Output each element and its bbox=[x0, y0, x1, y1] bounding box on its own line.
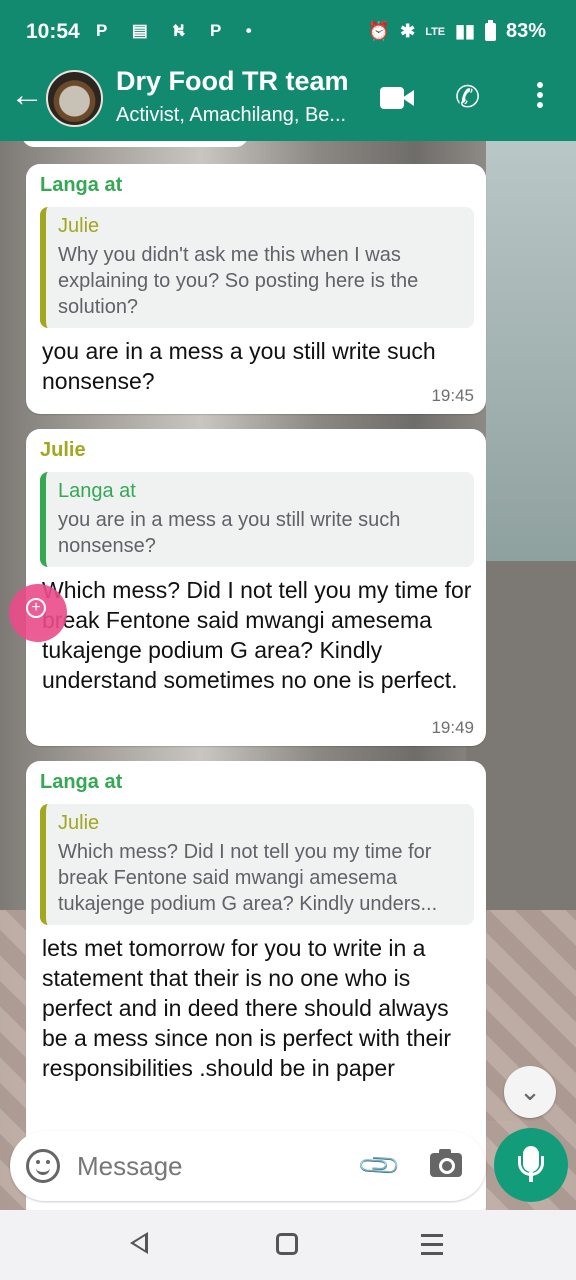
quoted-text: you are in a mess a you still write such… bbox=[58, 509, 401, 557]
emoji-icon[interactable] bbox=[26, 1149, 60, 1183]
nav-back-icon[interactable] bbox=[130, 1232, 148, 1254]
message-text: you are in a mess a you still write such… bbox=[42, 338, 436, 394]
status-bar: 10:54 P ▤ ⛕ P • ⏰ ✱ LTE ▮▮ 83% bbox=[0, 0, 576, 62]
battery-percent: 83% bbox=[505, 20, 546, 42]
chat-area[interactable]: Langa at Julie Why you didn't ask me thi… bbox=[0, 141, 576, 1210]
wallpaper-glass bbox=[486, 141, 576, 561]
quoted-message[interactable]: Julie Why you didn't ask me this when I … bbox=[40, 207, 474, 328]
quoted-sender: Langa at bbox=[58, 480, 136, 502]
quoted-message[interactable]: Julie Which mess? Did I not tell you my … bbox=[40, 804, 474, 925]
quoted-sender: Julie bbox=[58, 812, 100, 834]
quoted-sender: Julie bbox=[58, 215, 100, 237]
nav-home-icon[interactable] bbox=[276, 1233, 298, 1255]
message-time: 19:49 bbox=[431, 718, 474, 737]
previous-message-tail bbox=[22, 141, 248, 147]
notification-icons: P ▤ ⛕ P • bbox=[96, 21, 262, 40]
message-input[interactable]: Message bbox=[77, 1151, 183, 1182]
network-label: LTE bbox=[425, 25, 446, 38]
more-vert-icon[interactable] bbox=[536, 82, 544, 112]
system-nav-bar bbox=[0, 1210, 576, 1280]
message-sender[interactable]: Julie bbox=[40, 439, 474, 462]
message-composer[interactable]: Message 📎 bbox=[10, 1131, 486, 1201]
chat-subtitle[interactable]: Activist, Amachilang, Be... bbox=[116, 104, 346, 127]
floating-zoom-button[interactable]: + bbox=[9, 584, 67, 642]
message-text: lets met tomorrow for you to write in a … bbox=[42, 935, 452, 1081]
mic-button[interactable] bbox=[494, 1128, 568, 1202]
camera-icon[interactable] bbox=[430, 1149, 462, 1177]
battery-icon bbox=[484, 19, 496, 41]
phone-icon[interactable]: ✆ bbox=[455, 80, 480, 115]
nav-recents-icon[interactable] bbox=[421, 1234, 443, 1261]
arrow-left-icon[interactable]: ← bbox=[10, 76, 44, 115]
status-right: ⏰ ✱ LTE ▮▮ 83% bbox=[367, 19, 546, 43]
video-call-icon[interactable] bbox=[380, 87, 414, 109]
alarm-icon: ⏰ bbox=[367, 21, 391, 41]
bluetooth-icon: ✱ bbox=[400, 21, 416, 41]
signal-icon: ▮▮ bbox=[455, 21, 475, 41]
message-sender[interactable]: Langa at bbox=[40, 771, 474, 794]
status-time: 10:54 bbox=[26, 20, 80, 43]
paperclip-icon[interactable]: 📎 bbox=[355, 1142, 403, 1190]
message-bubble[interactable]: Julie Langa at you are in a mess a you s… bbox=[26, 429, 486, 746]
scroll-down-button[interactable]: ⌄ bbox=[504, 1066, 556, 1118]
message-sender[interactable]: Langa at bbox=[40, 174, 474, 197]
message-time: 19:45 bbox=[431, 386, 474, 405]
quoted-message[interactable]: Langa at you are in a mess a you still w… bbox=[40, 472, 474, 567]
zoom-icon: + bbox=[26, 598, 46, 618]
quoted-text: Why you didn't ask me this when I was ex… bbox=[58, 244, 419, 318]
chat-header[interactable]: ← Dry Food TR team Activist, Amachilang,… bbox=[0, 62, 576, 141]
top-bar: 10:54 P ▤ ⛕ P • ⏰ ✱ LTE ▮▮ 83% ← Dry Foo… bbox=[0, 0, 576, 141]
chat-title[interactable]: Dry Food TR team bbox=[116, 66, 349, 97]
message-bubble[interactable]: Langa at Julie Why you didn't ask me thi… bbox=[26, 164, 486, 414]
quoted-text: Which mess? Did I not tell you my time f… bbox=[58, 841, 438, 915]
avatar[interactable] bbox=[46, 70, 103, 127]
message-text: Which mess? Did I not tell you my time f… bbox=[42, 577, 472, 693]
